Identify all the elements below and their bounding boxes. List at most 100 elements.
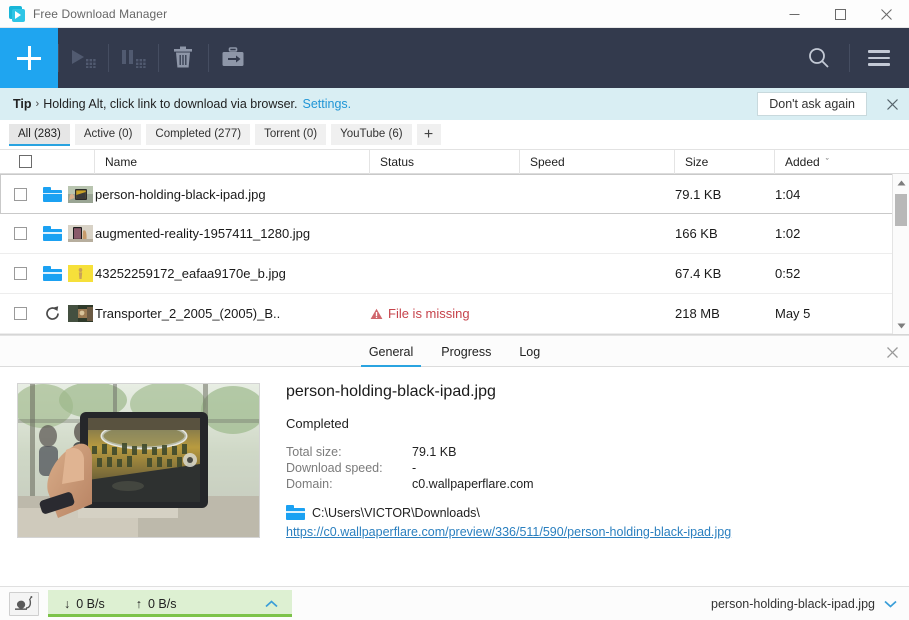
row-size: 67.4 KB [675,266,722,281]
row-checkbox-cell[interactable] [0,307,40,320]
detail-field-label: Total size: [286,445,342,459]
close-icon[interactable] [863,0,909,28]
column-header-select[interactable] [0,149,95,174]
file-preview-image [17,383,260,538]
tip-bar: Tip › Holding Alt, click link to downloa… [0,88,909,120]
table-row[interactable]: augmented-reality-1957411_1280.jpg 166 K… [0,214,909,254]
scrollbar-thumb[interactable] [895,194,907,226]
row-status-text: File is missing [388,306,470,321]
filter-tab-youtube[interactable]: YouTube (6) [331,124,412,145]
play-icon [72,50,96,68]
chevron-down-icon[interactable] [884,600,897,608]
status-bar: ↓ 0 B/s ↑ 0 B/s person-holding-black-ipa… [0,586,909,620]
title-bar: Free Download Manager [0,0,909,28]
filter-tab-completed[interactable]: Completed (277) [146,124,251,145]
table-row[interactable]: Transporter_2_2005_(2005)_B.. File is mi… [0,294,909,334]
detail-field-total-size: Total size: 79.1 KB [286,444,891,460]
row-added: 1:04 [775,186,801,202]
row-checkbox-cell[interactable] [0,227,40,240]
current-download-indicator[interactable]: person-holding-black-ipad.jpg [711,597,897,611]
row-added: 1:02 [775,226,801,241]
table-row[interactable]: person-holding-black-ipad.jpg 79.1 KB 1:… [0,174,909,214]
window-title: Free Download Manager [33,6,168,21]
search-icon [809,48,829,68]
filter-tab-active[interactable]: Active (0) [74,124,142,145]
row-checkbox[interactable] [13,307,27,320]
add-download-button[interactable] [0,28,58,88]
chevron-up-icon[interactable] [265,599,278,608]
row-checkbox[interactable] [13,187,27,201]
folder-icon[interactable] [43,186,62,202]
folder-icon[interactable] [43,266,62,281]
table-scrollbar[interactable] [892,174,909,334]
column-header-size-label: Size [685,154,709,169]
row-icons [40,305,95,322]
upload-arrow-icon: ↑ [135,596,142,611]
add-filter-tab-button[interactable]: + [416,124,441,145]
tab-general[interactable]: General [355,345,427,367]
main-menu-button[interactable] [849,28,909,88]
retry-icon[interactable] [43,305,62,322]
filter-tab-torrent[interactable]: Torrent (0) [255,124,327,145]
column-header-added[interactable]: Added ˇ [775,150,891,174]
dont-ask-again-button[interactable]: Don't ask again [757,92,867,116]
details-panel: General Progress Log person-holding-blac… [0,335,909,586]
detail-source-url[interactable]: https://c0.wallpaperflare.com/preview/33… [286,525,891,539]
row-added: 0:52 [775,266,801,281]
toolbar-right-actions [789,28,909,88]
plus-icon [17,46,41,70]
minimize-icon[interactable] [771,0,817,28]
row-checkbox-cell[interactable] [0,267,40,280]
speed-limit-button[interactable] [9,591,39,616]
column-header-speed[interactable]: Speed [520,149,675,174]
scroll-up-icon[interactable] [893,174,909,191]
sort-caret-icon: ˇ [825,156,829,167]
detail-field-value: c0.wallpaperflare.com [412,477,534,491]
details-close-icon[interactable] [877,339,907,365]
column-header-name[interactable]: Name [95,149,370,174]
move-button[interactable] [208,28,258,88]
tip-chevron: › [35,98,40,110]
current-download-name: person-holding-black-ipad.jpg [711,596,875,611]
filter-tab-all[interactable]: All (283) [9,124,70,146]
folder-icon[interactable] [43,226,62,241]
search-button[interactable] [789,28,849,88]
row-name: person-holding-black-ipad.jpg [95,186,266,202]
row-added: May 5 [775,306,811,321]
maximize-icon[interactable] [817,0,863,28]
detail-folder-path[interactable]: C:\Users\VICTOR\Downloads\ [286,505,891,520]
filter-tabs: All (283) Active (0) Completed (277) Tor… [0,120,909,150]
warning-icon [370,308,383,319]
table-row[interactable]: 43252259172_eafaa9170e_b.jpg 67.4 KB 0:5… [0,254,909,294]
download-speed-value: 0 B/s [76,596,105,611]
column-header-status[interactable]: Status [370,149,520,174]
column-header-size[interactable]: Size [675,149,775,174]
select-all-checkbox[interactable] [19,155,32,168]
detail-file-name: person-holding-black-ipad.jpg [286,383,496,400]
tab-log[interactable]: Log [505,345,554,366]
pause-downloads-button[interactable] [108,28,158,88]
upload-speed-value: 0 B/s [148,596,177,611]
tab-progress[interactable]: Progress [427,345,505,366]
row-thumbnail [68,225,93,242]
delete-button[interactable] [158,28,208,88]
detail-field-value: - [412,461,417,475]
row-checkbox[interactable] [13,267,27,280]
details-body: person-holding-black-ipad.jpg Completed … [0,367,909,586]
row-size: 166 KB [675,226,718,241]
tip-label: Tip [13,97,32,111]
speed-summary[interactable]: ↓ 0 B/s ↑ 0 B/s [48,590,292,617]
tip-settings-link[interactable]: Settings. [303,97,352,111]
start-downloads-button[interactable] [58,28,108,88]
scroll-down-icon[interactable] [893,317,909,334]
window-controls [771,0,909,28]
row-checkbox-cell[interactable] [0,187,40,201]
tip-close-icon[interactable] [875,88,909,120]
main-toolbar [0,28,909,88]
column-header-added-label: Added [785,154,820,169]
row-checkbox[interactable] [13,227,27,240]
archive-arrow-icon [222,47,244,66]
detail-path-text: C:\Users\VICTOR\Downloads\ [312,505,480,520]
detail-field-label: Download speed: [286,461,383,475]
row-name: augmented-reality-1957411_1280.jpg [95,226,311,241]
